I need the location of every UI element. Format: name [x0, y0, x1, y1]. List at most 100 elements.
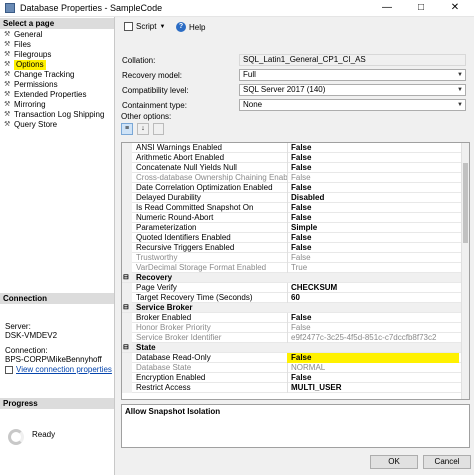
property-value[interactable]: False [288, 353, 459, 363]
compatibility-level-select[interactable]: SQL Server 2017 (140) ▼ [239, 84, 466, 96]
script-icon [124, 22, 133, 31]
property-value[interactable]: Disabled [291, 193, 459, 203]
sidebar-item-extended-properties[interactable]: ⚒ Extended Properties [4, 90, 112, 100]
grid-category-row[interactable]: ⊟ Service Broker [122, 303, 469, 313]
property-value[interactable]: False [291, 373, 459, 383]
description-title: Allow Snapshot Isolation [125, 407, 221, 416]
sidebar-item-files[interactable]: ⚒ Files [4, 40, 112, 50]
grid-property-row[interactable]: Honor Broker Priority False [122, 323, 469, 333]
sidebar-item-change-tracking[interactable]: ⚒ Change Tracking [4, 70, 112, 80]
property-description: Allow Snapshot Isolation [121, 404, 470, 448]
row-gutter [122, 163, 132, 173]
property-value[interactable]: False [291, 183, 459, 193]
grid-property-row[interactable]: ANSI Warnings Enabled False [122, 143, 469, 153]
grid-property-row[interactable]: Numeric Round-Abort False [122, 213, 469, 223]
grid-property-row[interactable]: Delayed Durability Disabled [122, 193, 469, 203]
row-gutter [122, 253, 132, 263]
property-pages-icon[interactable] [153, 123, 164, 135]
property-value[interactable]: False [291, 153, 459, 163]
grid-property-row[interactable]: Recursive Triggers Enabled False [122, 243, 469, 253]
grid-property-row[interactable]: Cross-database Ownership Chaining Enable… [122, 173, 469, 183]
scrollbar-thumb[interactable] [463, 163, 468, 243]
close-button[interactable]: ✕ [438, 0, 472, 16]
property-value[interactable]: CHECKSUM [291, 283, 459, 293]
cancel-button[interactable]: Cancel [423, 455, 471, 469]
chevron-down-icon: ▼ [457, 72, 463, 78]
wrench-icon: ⚒ [4, 61, 11, 68]
grid-property-row[interactable]: Quoted Identifiers Enabled False [122, 233, 469, 243]
property-value: NORMAL [291, 363, 326, 372]
property-name: Broker Enabled [136, 313, 192, 322]
property-name: Arithmetic Abort Enabled [136, 153, 225, 162]
grid-property-row[interactable]: Target Recovery Time (Seconds) 60 [122, 293, 469, 303]
property-grid: ANSI Warnings Enabled False Arithmetic Abo… [121, 142, 470, 400]
property-name: Recursive Triggers Enabled [136, 243, 235, 252]
property-value[interactable]: False [291, 313, 459, 323]
property-name: Parameterization [136, 223, 197, 232]
grid-property-row[interactable]: Database State NORMAL [122, 363, 469, 373]
property-value[interactable]: 60 [291, 293, 459, 303]
grid-property-row[interactable]: Parameterization Simple [122, 223, 469, 233]
grid-property-row[interactable]: Trustworthy False [122, 253, 469, 263]
sidebar-item-general[interactable]: ⚒ General [4, 30, 112, 40]
script-button[interactable]: Script ▼ [124, 22, 165, 31]
grid-category-row[interactable]: ⊟ State [122, 343, 469, 353]
sidebar-item-query-store[interactable]: ⚒ Query Store [4, 120, 112, 130]
grid-property-row[interactable]: Concatenate Null Yields Null False [122, 163, 469, 173]
ok-button[interactable]: OK [370, 455, 418, 469]
grid-property-row[interactable]: Date Correlation Optimization Enabled Fal… [122, 183, 469, 193]
property-value[interactable]: False [291, 213, 459, 223]
property-value[interactable]: False [291, 243, 459, 253]
property-value[interactable]: False [291, 143, 459, 153]
containment-type-label: Containment type: [122, 101, 187, 110]
column-separator [287, 263, 288, 273]
property-value[interactable]: False [291, 163, 459, 173]
recovery-model-select[interactable]: Full ▼ [239, 69, 466, 81]
alphabetical-sort-icon[interactable]: ↓ [137, 123, 149, 135]
grid-category-row[interactable]: ⊟ Recovery [122, 273, 469, 283]
row-gutter [122, 293, 132, 303]
sidebar-item-filegroups[interactable]: ⚒ Filegroups [4, 50, 112, 60]
sidebar-item-label: Permissions [14, 80, 58, 89]
grid-property-row[interactable]: Encryption Enabled False [122, 373, 469, 383]
sidebar-item-permissions[interactable]: ⚒ Permissions [4, 80, 112, 90]
grid-scrollbar[interactable] [461, 143, 469, 399]
sidebar-item-transaction-log-shipping[interactable]: ⚒ Transaction Log Shipping [4, 110, 112, 120]
sidebar-item-options[interactable]: ⚒ Options [4, 60, 112, 70]
column-separator [287, 253, 288, 263]
view-connection-properties-link[interactable]: View connection properties [16, 365, 112, 374]
grid-property-row[interactable]: Is Read Committed Snapshot On False [122, 203, 469, 213]
grid-property-row[interactable]: Broker Enabled False [122, 313, 469, 323]
grid-property-row[interactable]: Page Verify CHECKSUM [122, 283, 469, 293]
collapse-icon[interactable]: ⊟ [123, 273, 129, 283]
row-gutter [122, 223, 132, 233]
help-button[interactable]: ? Help [176, 22, 205, 32]
grid-property-row[interactable]: Arithmetic Abort Enabled False [122, 153, 469, 163]
property-value[interactable]: Simple [291, 223, 459, 233]
property-name: Page Verify [136, 283, 177, 292]
minimize-button[interactable]: — [370, 0, 404, 16]
grid-toolbar: ≡ ↓ [121, 123, 164, 135]
sidebar-item-mirroring[interactable]: ⚒ Mirroring [4, 100, 112, 110]
help-label: Help [189, 22, 206, 32]
collapse-icon[interactable]: ⊟ [123, 343, 129, 353]
property-name: VarDecimal Storage Format Enabled [136, 263, 267, 272]
containment-type-select[interactable]: None ▼ [239, 99, 466, 111]
categorized-icon[interactable]: ≡ [121, 123, 133, 135]
property-value[interactable]: False [291, 203, 459, 213]
grid-property-row[interactable]: Service Broker Identifier e9f2477c-3c25-4… [122, 333, 469, 343]
collation-field[interactable]: SQL_Latin1_General_CP1_CI_AS [239, 54, 466, 66]
sidebar-item-label: Transaction Log Shipping [14, 110, 105, 119]
grid-property-row[interactable]: Database Read-Only False [122, 353, 469, 363]
maximize-button[interactable]: □ [404, 0, 438, 16]
property-value[interactable]: MULTI_USER [291, 383, 459, 393]
collapse-icon[interactable]: ⊟ [123, 303, 129, 313]
column-separator [287, 233, 288, 243]
chevron-down-icon: ▼ [159, 23, 166, 30]
connection-label: Connection: [5, 346, 48, 355]
grid-property-row[interactable]: VarDecimal Storage Format Enabled True [122, 263, 469, 273]
grid-property-row[interactable]: Restrict Access MULTI_USER [122, 383, 469, 393]
wrench-icon: ⚒ [4, 121, 11, 128]
chevron-down-icon: ▼ [457, 87, 463, 93]
property-value[interactable]: False [291, 233, 459, 243]
